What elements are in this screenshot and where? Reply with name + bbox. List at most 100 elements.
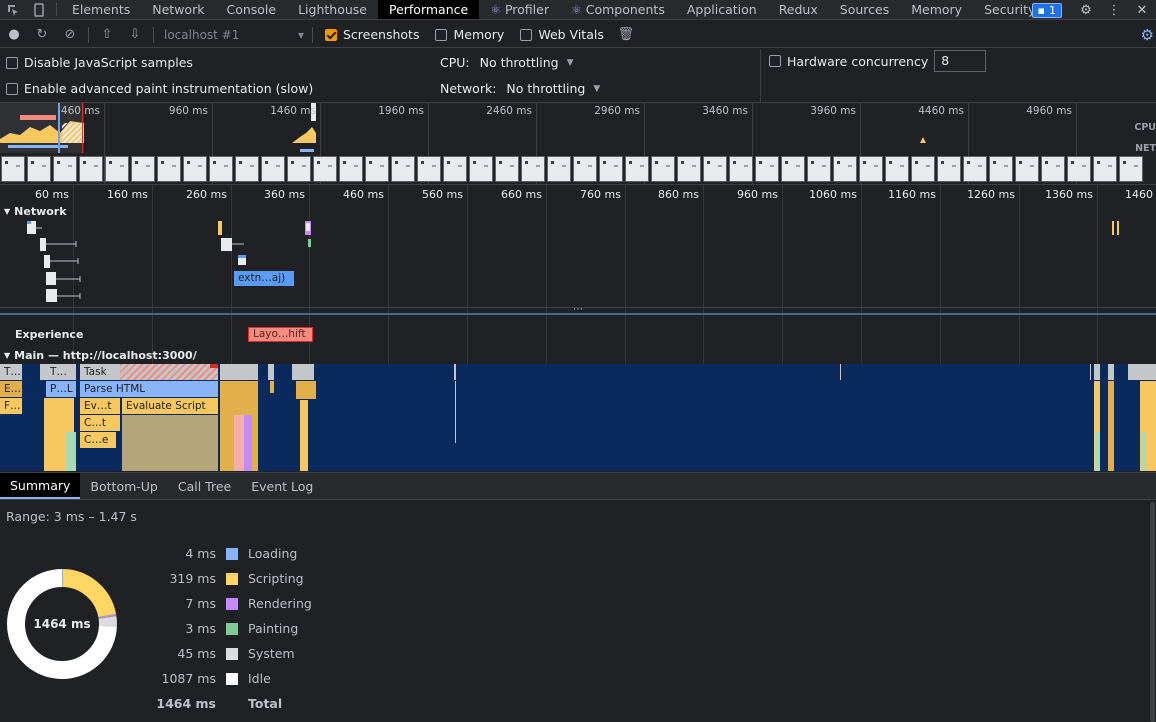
screenshot-frame[interactable] (79, 156, 103, 182)
memory-checkbox[interactable]: Memory (435, 27, 504, 42)
screenshot-frame[interactable] (1041, 156, 1065, 182)
summary-scrollbar[interactable] (1150, 502, 1155, 722)
screenshot-frame[interactable] (989, 156, 1013, 182)
screenshot-frame[interactable] (521, 156, 545, 182)
screenshot-frame[interactable] (859, 156, 883, 182)
network-request-bar[interactable]: extn…aj) (234, 271, 294, 286)
screenshot-frame[interactable] (1119, 156, 1143, 182)
tab-sources[interactable]: Sources (829, 0, 900, 19)
screenshot-frame[interactable] (443, 156, 467, 182)
device-toolbar-icon[interactable] (26, 0, 52, 19)
tab-elements[interactable]: Elements (61, 0, 141, 19)
screenshot-frame[interactable] (1067, 156, 1091, 182)
legend-total-label: Total (248, 696, 283, 711)
screenshot-frame[interactable] (131, 156, 155, 182)
legend-value: 319 ms (169, 571, 216, 586)
screenshot-frame[interactable] (937, 156, 961, 182)
tab-network[interactable]: Network (141, 0, 215, 19)
details-tab-summary[interactable]: Summary (0, 473, 81, 499)
screenshot-frame[interactable] (807, 156, 831, 182)
main-thread-flame-chart[interactable]: T… T… Task E… P…L Parse HTML F… Ev…t Eva… (0, 364, 1156, 471)
hardware-concurrency-checkbox[interactable]: Hardware concurrency 8 (769, 50, 987, 72)
checkbox-unchecked (6, 56, 18, 69)
disable-js-samples-checkbox[interactable]: Disable JavaScript samples (6, 55, 193, 70)
screenshot-frame[interactable] (261, 156, 285, 182)
screenshot-frame[interactable] (53, 156, 77, 182)
cpu-throttle-dropdown[interactable]: No throttling ▼ (480, 55, 574, 70)
web-vitals-checkbox[interactable]: Web Vitals (520, 27, 604, 42)
issues-badge[interactable]: ▪ 1 (1031, 2, 1062, 18)
more-options-icon[interactable]: ⋮ (1100, 3, 1128, 18)
main-thread-header[interactable]: ▼ Main — http://localhost:3000/ (4, 349, 197, 362)
screenshot-frame[interactable] (885, 156, 909, 182)
tab-lighthouse[interactable]: Lighthouse (287, 0, 378, 19)
checkbox-unchecked (435, 28, 448, 41)
settings-gear-icon[interactable]: ⚙ (1072, 3, 1100, 18)
screenshot-frame[interactable] (677, 156, 701, 182)
screenshot-frame[interactable] (157, 156, 181, 182)
screenshot-frame[interactable] (911, 156, 935, 182)
ruler-time-label: 360 ms (264, 188, 305, 201)
screenshot-frame[interactable] (625, 156, 649, 182)
close-icon[interactable]: ✕ (1128, 3, 1156, 18)
screenshot-filmstrip[interactable] (0, 153, 1156, 184)
screenshot-frame[interactable] (495, 156, 519, 182)
screenshot-frame[interactable] (391, 156, 415, 182)
track-splitter[interactable]: ⋯ (0, 305, 1156, 315)
record-icon[interactable]: ● (0, 27, 28, 42)
screenshot-frame[interactable] (469, 156, 493, 182)
screenshot-frame[interactable] (781, 156, 805, 182)
legend-value: 7 ms (185, 596, 216, 611)
screenshot-frame[interactable] (183, 156, 207, 182)
tab-components[interactable]: ⚛ Components (560, 0, 676, 19)
screenshots-checkbox[interactable]: Screenshots (325, 27, 419, 42)
tab-redux[interactable]: Redux (768, 0, 829, 19)
network-throttle-dropdown[interactable]: No throttling ▼ (506, 81, 600, 96)
reload-record-icon[interactable]: ↻ (28, 27, 56, 42)
screenshot-frame[interactable] (651, 156, 675, 182)
hardware-concurrency-input[interactable]: 8 (934, 50, 987, 72)
screenshot-frame[interactable] (833, 156, 857, 182)
tab-label: Memory (911, 2, 963, 17)
screenshot-frame[interactable] (729, 156, 753, 182)
details-tab-call-tree[interactable]: Call Tree (168, 473, 241, 499)
screenshot-frame[interactable] (755, 156, 779, 182)
details-tab-bottom-up[interactable]: Bottom-Up (80, 473, 167, 499)
trash-icon[interactable]: 🗑 (612, 27, 640, 42)
tab-performance[interactable]: Performance (377, 0, 480, 19)
target-select[interactable]: localhost #1 ▾ (158, 28, 308, 42)
screenshot-frame[interactable] (1, 156, 25, 182)
screenshot-frame[interactable] (339, 156, 363, 182)
screenshot-frame[interactable] (313, 156, 337, 182)
clear-icon[interactable]: ⊘ (56, 27, 84, 42)
screenshot-frame[interactable] (27, 156, 51, 182)
tab-application[interactable]: Application (676, 0, 768, 19)
layout-shift-event[interactable]: Layo…hift (248, 327, 313, 342)
upload-profile-icon[interactable]: ⇧ (93, 27, 121, 42)
screenshot-frame[interactable] (573, 156, 597, 182)
timeline-overview[interactable]: 460 ms 960 ms 1460 ms 1960 ms 2460 ms 2960 ms… (0, 103, 1156, 185)
capture-settings-gear-icon[interactable]: ⚙ (1141, 26, 1154, 44)
screenshot-frame[interactable] (703, 156, 727, 182)
advanced-paint-checkbox[interactable]: Enable advanced paint instrumentation (s… (6, 81, 313, 96)
screenshot-frame[interactable] (287, 156, 311, 182)
screenshot-frame[interactable] (105, 156, 129, 182)
details-tab-event-log[interactable]: Event Log (241, 473, 323, 499)
issues-count: 1 (1049, 3, 1056, 17)
inspect-element-icon[interactable] (0, 0, 26, 19)
tab-profiler[interactable]: ⚛ Profiler (479, 0, 560, 19)
screenshot-frame[interactable] (599, 156, 623, 182)
screenshot-frame[interactable] (1093, 156, 1117, 182)
screenshot-frame[interactable] (963, 156, 987, 182)
screenshot-frame[interactable] (365, 156, 389, 182)
screenshot-frame[interactable] (417, 156, 441, 182)
tab-memory[interactable]: Memory (900, 0, 973, 19)
download-profile-icon[interactable]: ⇩ (121, 27, 149, 42)
tab-label: Profiler (504, 2, 549, 17)
screenshot-frame[interactable] (547, 156, 571, 182)
screenshot-frame[interactable] (209, 156, 233, 182)
screenshot-frame[interactable] (1015, 156, 1039, 182)
tab-console[interactable]: Console (215, 0, 287, 19)
cpu-throttle-row: CPU: No throttling ▼ (440, 55, 573, 70)
screenshot-frame[interactable] (235, 156, 259, 182)
